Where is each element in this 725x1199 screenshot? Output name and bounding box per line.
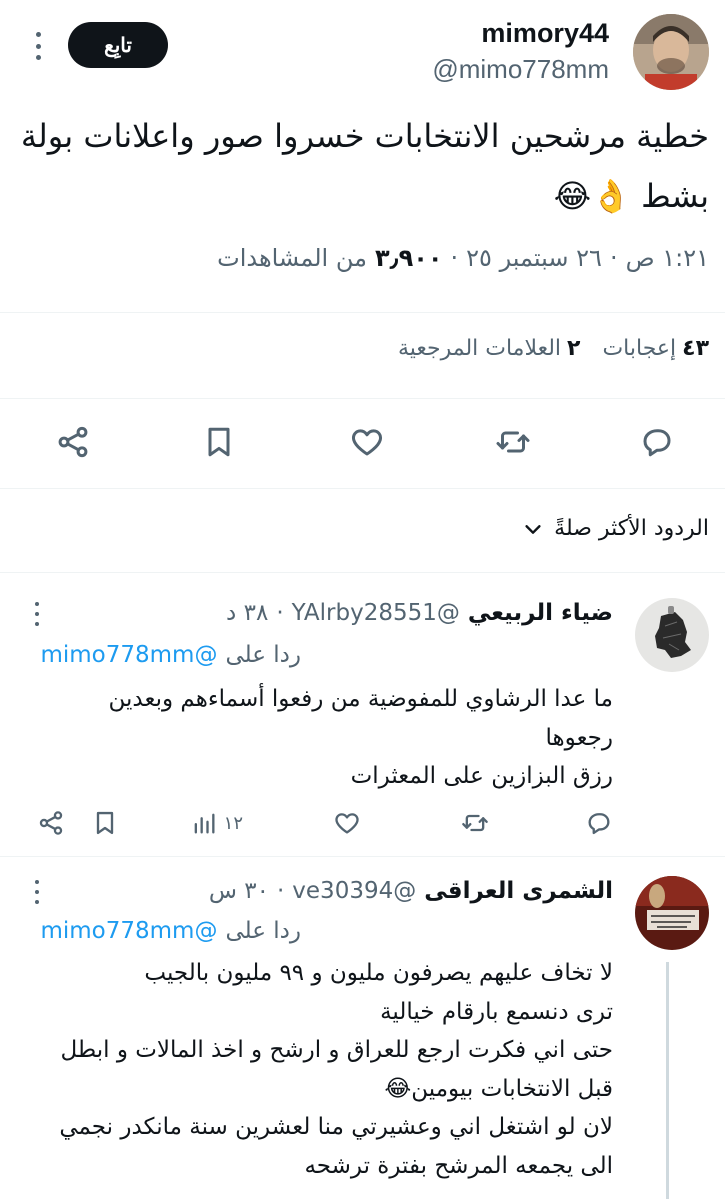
- reply-author-name[interactable]: الشمرى العراقى: [424, 878, 613, 904]
- views-button[interactable]: ١٢: [190, 808, 243, 838]
- author-handle[interactable]: @mimo778mm: [432, 54, 609, 85]
- views-label: من المشاهدات: [217, 244, 367, 272]
- heart-icon[interactable]: [333, 808, 361, 838]
- reply-icon[interactable]: [637, 422, 677, 462]
- reply-text: لا تخاف عليهم يصرفون مليون و ٩٩ مليون با…: [59, 960, 613, 1179]
- tweet-text: خطية مرشحين الانتخابات خسروا صور واعلانا…: [20, 117, 709, 215]
- more-icon[interactable]: [30, 602, 44, 626]
- tweet-actions: [0, 400, 725, 486]
- reply-time[interactable]: ٣٨ د: [226, 600, 268, 626]
- more-icon[interactable]: [28, 32, 48, 60]
- chevron-down-icon: [525, 524, 541, 534]
- reply-time[interactable]: ٣٠ س: [209, 878, 269, 904]
- reply-author-handle[interactable]: @ve30394: [292, 878, 416, 904]
- author-avatar[interactable]: [633, 14, 709, 90]
- tweet-meta: ١:٢١ ص · ٢٦ سبتمبر ٢٥ · ٣٫٩٠٠ من المشاهد…: [217, 244, 709, 272]
- divider: [0, 488, 725, 489]
- reply-header: ضياء الربيعي @YAlrby28551 · ٣٨ د: [226, 600, 613, 626]
- views-count: ١٢: [223, 812, 243, 834]
- divider: [0, 312, 725, 313]
- tweet-stats: ٤٣إعجابات ٢العلامات المرجعية: [398, 336, 709, 361]
- reply-header: الشمرى العراقى @ve30394 · ٣٠ س: [208, 878, 613, 904]
- divider: [0, 572, 725, 573]
- bookmark-icon[interactable]: [199, 422, 239, 462]
- divider: [0, 398, 725, 399]
- bookmark-icon[interactable]: [91, 808, 119, 838]
- bookmarks-stat[interactable]: ٢العلامات المرجعية: [398, 336, 581, 361]
- thread-line: [666, 962, 669, 1199]
- reply-text: ما عدا الرشاوي للمفوضية من رفعوا أسماءهم…: [108, 686, 613, 789]
- author-name[interactable]: mimory44: [481, 18, 609, 49]
- replying-to-link[interactable]: @mimo778mm: [40, 642, 217, 668]
- replying-to: ردا على @mimo778mm: [40, 642, 301, 668]
- reply-author-handle[interactable]: @YAlrby28551: [292, 600, 460, 626]
- share-icon[interactable]: [53, 422, 93, 462]
- reply-author-name[interactable]: ضياء الربيعي: [468, 600, 613, 626]
- replies-sort-dropdown[interactable]: الردود الأكثر صلةً: [522, 516, 709, 541]
- tweet-time[interactable]: ١:٢١ ص: [626, 244, 709, 272]
- divider: [0, 856, 725, 857]
- sort-label: الردود الأكثر صلةً: [554, 516, 709, 541]
- reply-icon[interactable]: [585, 808, 613, 838]
- replying-to-link[interactable]: @mimo778mm: [40, 918, 217, 944]
- more-icon[interactable]: [30, 880, 44, 904]
- tweet-date[interactable]: ٢٦ سبتمبر ٢٥: [466, 244, 602, 272]
- reply-avatar[interactable]: [635, 598, 709, 672]
- replying-to: ردا على @mimo778mm: [40, 918, 301, 944]
- views-count: ٣٫٩٠٠: [374, 244, 443, 272]
- reply-actions: ١٢: [0, 802, 725, 842]
- likes-stat[interactable]: ٤٣إعجابات: [602, 336, 709, 361]
- reply-avatar[interactable]: [635, 876, 709, 950]
- retweet-icon[interactable]: [493, 422, 533, 462]
- follow-button[interactable]: تابِع: [68, 22, 168, 68]
- retweet-icon[interactable]: [461, 808, 489, 838]
- views-icon: [194, 813, 215, 834]
- share-icon[interactable]: [37, 808, 65, 838]
- heart-icon[interactable]: [347, 422, 387, 462]
